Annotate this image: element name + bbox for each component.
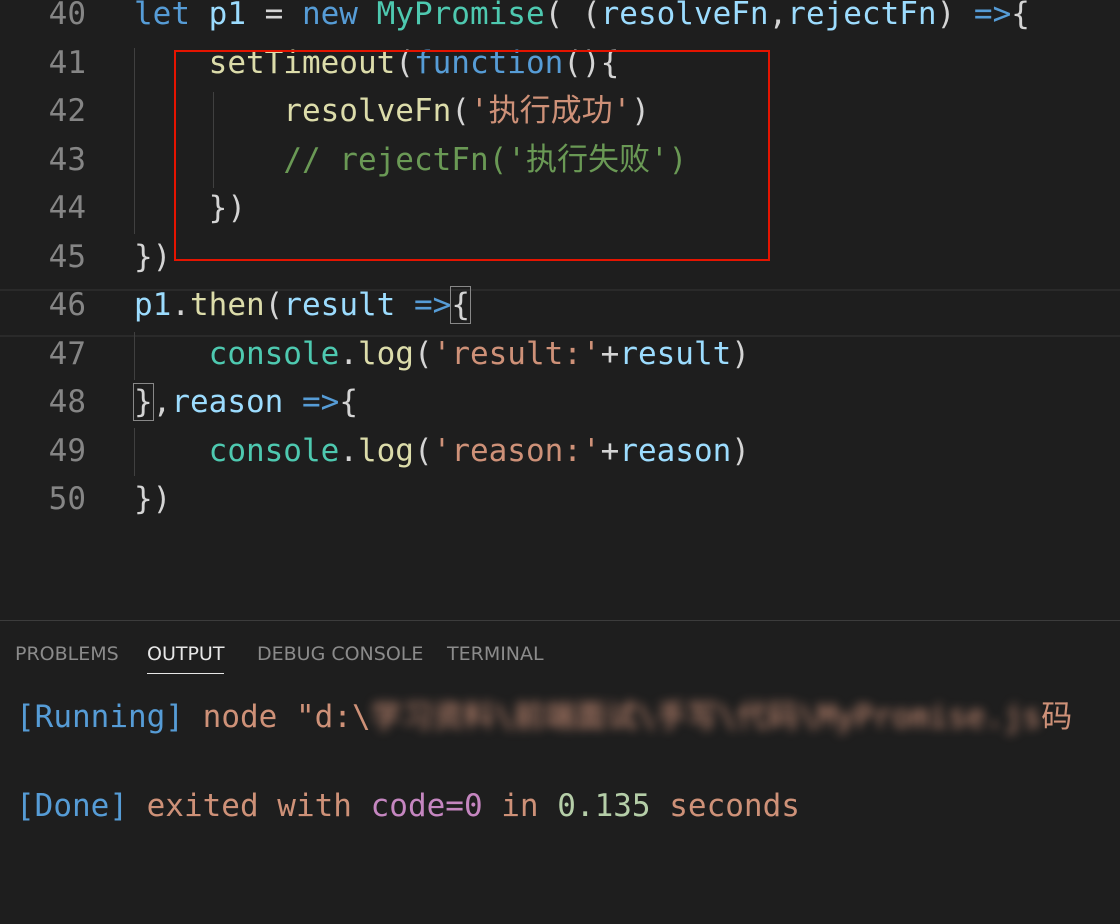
code-token: p1 (208, 0, 246, 32)
running-tag: [Running] (16, 699, 184, 735)
annotation-box (174, 50, 770, 261)
line-number: 43 (48, 141, 86, 178)
code-token: let (134, 0, 209, 32)
code-text: console.log('reason:'+reason) (134, 435, 750, 467)
code-token: }) (134, 238, 172, 275)
code-token: 'result:' (432, 335, 601, 372)
done-text: exited with (127, 788, 371, 824)
done-text-in: in (482, 788, 558, 824)
code-line: 48},reason =>{ (0, 383, 1120, 434)
elapsed-time: 0.135 (557, 788, 651, 824)
code-token: ( (413, 432, 433, 469)
tab-debug-console[interactable]: DEBUG CONSOLE (257, 643, 423, 673)
code-text: console.log('result:'+result) (134, 338, 750, 370)
code-token: ) (731, 335, 750, 372)
code-text: let p1 = new MyPromise( (resolveFn,rejec… (134, 0, 1030, 30)
line-number: 47 (48, 335, 86, 372)
code-token: + (600, 432, 620, 469)
line-number: 49 (48, 432, 86, 469)
indent-guide (134, 48, 135, 234)
code-token: + (600, 335, 620, 372)
code-line: 47 console.log('result:'+result) (0, 338, 1120, 386)
code-token: console (208, 335, 340, 372)
code-line: 46 p1.then(result =>{ (0, 286, 1120, 337)
code-token: => (973, 0, 1012, 32)
code-token: resolveFn (600, 0, 769, 32)
line-number: 40 (48, 0, 86, 32)
code-token: ( ( (544, 0, 601, 32)
code-token: result (283, 287, 396, 323)
code-token: . (339, 335, 358, 372)
line-number: 46 (48, 287, 86, 323)
code-token: { (339, 384, 358, 420)
exit-code: code=0 (370, 788, 483, 824)
code-token: console (208, 432, 340, 469)
line-number: 44 (48, 190, 86, 226)
code-token: => (302, 384, 340, 420)
code-text: },reason =>{ (133, 383, 358, 421)
code-token: ) (936, 0, 974, 32)
done-tag: [Done] (16, 788, 128, 824)
tab-terminal[interactable]: TERMINAL (447, 643, 544, 673)
output-done-line: [Done] exited with code=0 in 0.135 secon… (16, 788, 800, 824)
output-running-line: [Running] node "d:\学习资料\前端面试\手写\代码\MyPro… (16, 691, 1072, 736)
code-token: result (619, 335, 732, 372)
code-text: }) (134, 241, 171, 273)
code-token: ( (413, 335, 433, 372)
code-token: then (190, 287, 265, 323)
code-token: ) (731, 432, 750, 469)
line-number: 42 (48, 93, 86, 129)
indent-guide (134, 332, 135, 380)
code-token: { (1011, 0, 1030, 32)
line-number: 45 (48, 238, 86, 275)
tab-output[interactable]: OUTPUT (147, 643, 225, 674)
code-line: 49 console.log('reason:'+reason) (0, 435, 1120, 483)
code-token: { (450, 286, 471, 324)
code-token: = (245, 0, 302, 32)
code-token: . (171, 287, 190, 323)
code-token: reason (171, 384, 284, 420)
code-token: new (301, 0, 377, 32)
tab-problems[interactable]: PROBLEMS (15, 643, 119, 673)
code-token: rejectFn (787, 0, 937, 32)
line-number: 41 (48, 44, 86, 81)
code-editor[interactable]: 40 let p1 = new MyPromise( (resolveFn,rej… (0, 0, 1120, 620)
code-line: 40 let p1 = new MyPromise( (resolveFn,rej… (0, 0, 1120, 46)
code-token: log (357, 432, 414, 469)
running-command: node "d:\ (202, 699, 371, 735)
code-token: } (133, 383, 154, 421)
code-token: , (152, 384, 172, 420)
done-text-seconds: seconds (650, 788, 800, 824)
code-text: }) (134, 483, 171, 515)
code-token: ( (264, 287, 284, 323)
code-line: 50}) (0, 483, 1120, 531)
line-number: 50 (48, 481, 86, 517)
code-token: log (357, 335, 414, 372)
code-text: p1.then(result =>{ (134, 286, 471, 324)
code-token: MyPromise (376, 0, 545, 32)
indent-guide (134, 428, 135, 476)
redacted-path: 学习资料\前端面试\手写\代码\MyPromise.js (370, 699, 1042, 735)
running-tail: 码 (1041, 699, 1073, 735)
code-token: , (768, 0, 788, 32)
code-token: p1 (134, 287, 172, 323)
line-number: 48 (48, 384, 86, 420)
code-token: . (339, 432, 358, 469)
code-token: }) (134, 481, 172, 517)
bottom-panel: PROBLEMS OUTPUT DEBUG CONSOLE TERMINAL [… (0, 620, 1120, 924)
code-token: => (413, 287, 452, 323)
code-token: reason (619, 432, 732, 469)
code-token: 'reason:' (432, 432, 601, 469)
